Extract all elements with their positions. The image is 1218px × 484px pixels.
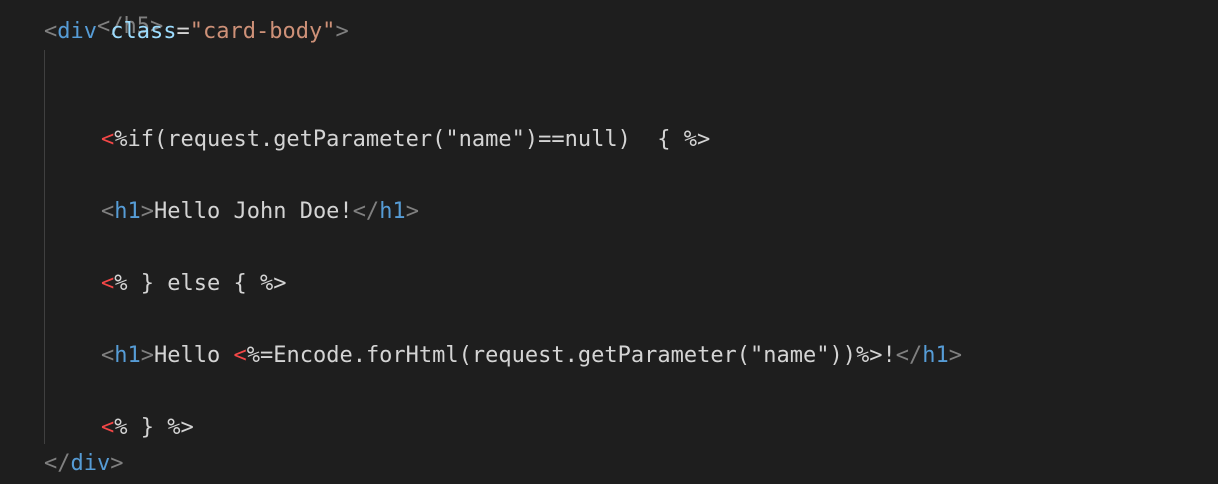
h1-open-tag-name: h1: [114, 343, 141, 368]
encode-expression: %=Encode.forHtml(request.getParameter("n…: [246, 343, 896, 368]
h1-close-tag-name: h1: [922, 343, 949, 368]
h1-close-lt: </: [895, 343, 923, 368]
code-line-if-condition[interactable]: <%if(request.getParameter("name")==null)…: [101, 125, 710, 155]
h1-open-lt: <: [101, 199, 115, 224]
code-line-else[interactable]: <% } else { %>: [101, 269, 286, 299]
h1-close-lt: </: [352, 199, 380, 224]
code-line-close-brace[interactable]: <% } %>: [101, 413, 194, 443]
div-close-gt: >: [110, 451, 124, 476]
h1-open-tag-name: h1: [114, 199, 141, 224]
h1-close-gt: >: [948, 343, 962, 368]
indent-guide: [44, 50, 45, 444]
h1-open-gt: >: [140, 199, 154, 224]
code-line-h1-encoded[interactable]: <h1>Hello <%=Encode.forHtml(request.getP…: [101, 341, 962, 371]
h1-open-lt: <: [101, 343, 115, 368]
scriptlet-open-bracket: <: [101, 271, 115, 296]
code-line-h5-close-partial: </h5>: [44, 0, 163, 39]
scriptlet-open-bracket: <: [101, 127, 115, 152]
scriptlet-if-code: %if(request.getParameter("name")==null) …: [114, 127, 711, 152]
h1-close-gt: >: [405, 199, 419, 224]
h1-default-text: Hello John Doe!: [154, 199, 353, 224]
code-line-div-close[interactable]: </div>: [44, 449, 124, 479]
div-open-gt: >: [335, 19, 349, 44]
div-close-tag-name: div: [70, 451, 111, 476]
class-attribute-value: "card-body": [189, 19, 336, 44]
class-attribute: class: [110, 19, 177, 44]
attr-equals: =: [176, 19, 190, 44]
div-tag-name: div: [57, 19, 97, 44]
scriptlet-close-code: % } %>: [114, 415, 194, 440]
div-open-lt: <: [44, 19, 58, 44]
h1-close-tag-name: h1: [379, 199, 406, 224]
h1-hello-text: Hello: [154, 343, 234, 368]
scriptlet-open-bracket: <: [101, 415, 115, 440]
code-line-h1-default[interactable]: <h1>Hello John Doe!</h1>: [101, 197, 419, 227]
code-line-div-open[interactable]: <div class="card-body">: [44, 17, 349, 47]
scriptlet-else-code: % } else { %>: [114, 271, 287, 296]
h1-open-gt: >: [140, 343, 154, 368]
div-close-lt: </: [44, 451, 71, 476]
expression-open-bracket: <: [233, 343, 247, 368]
code-editor[interactable]: </h5> <div class="card-body"> <%if(reque…: [0, 0, 1218, 484]
